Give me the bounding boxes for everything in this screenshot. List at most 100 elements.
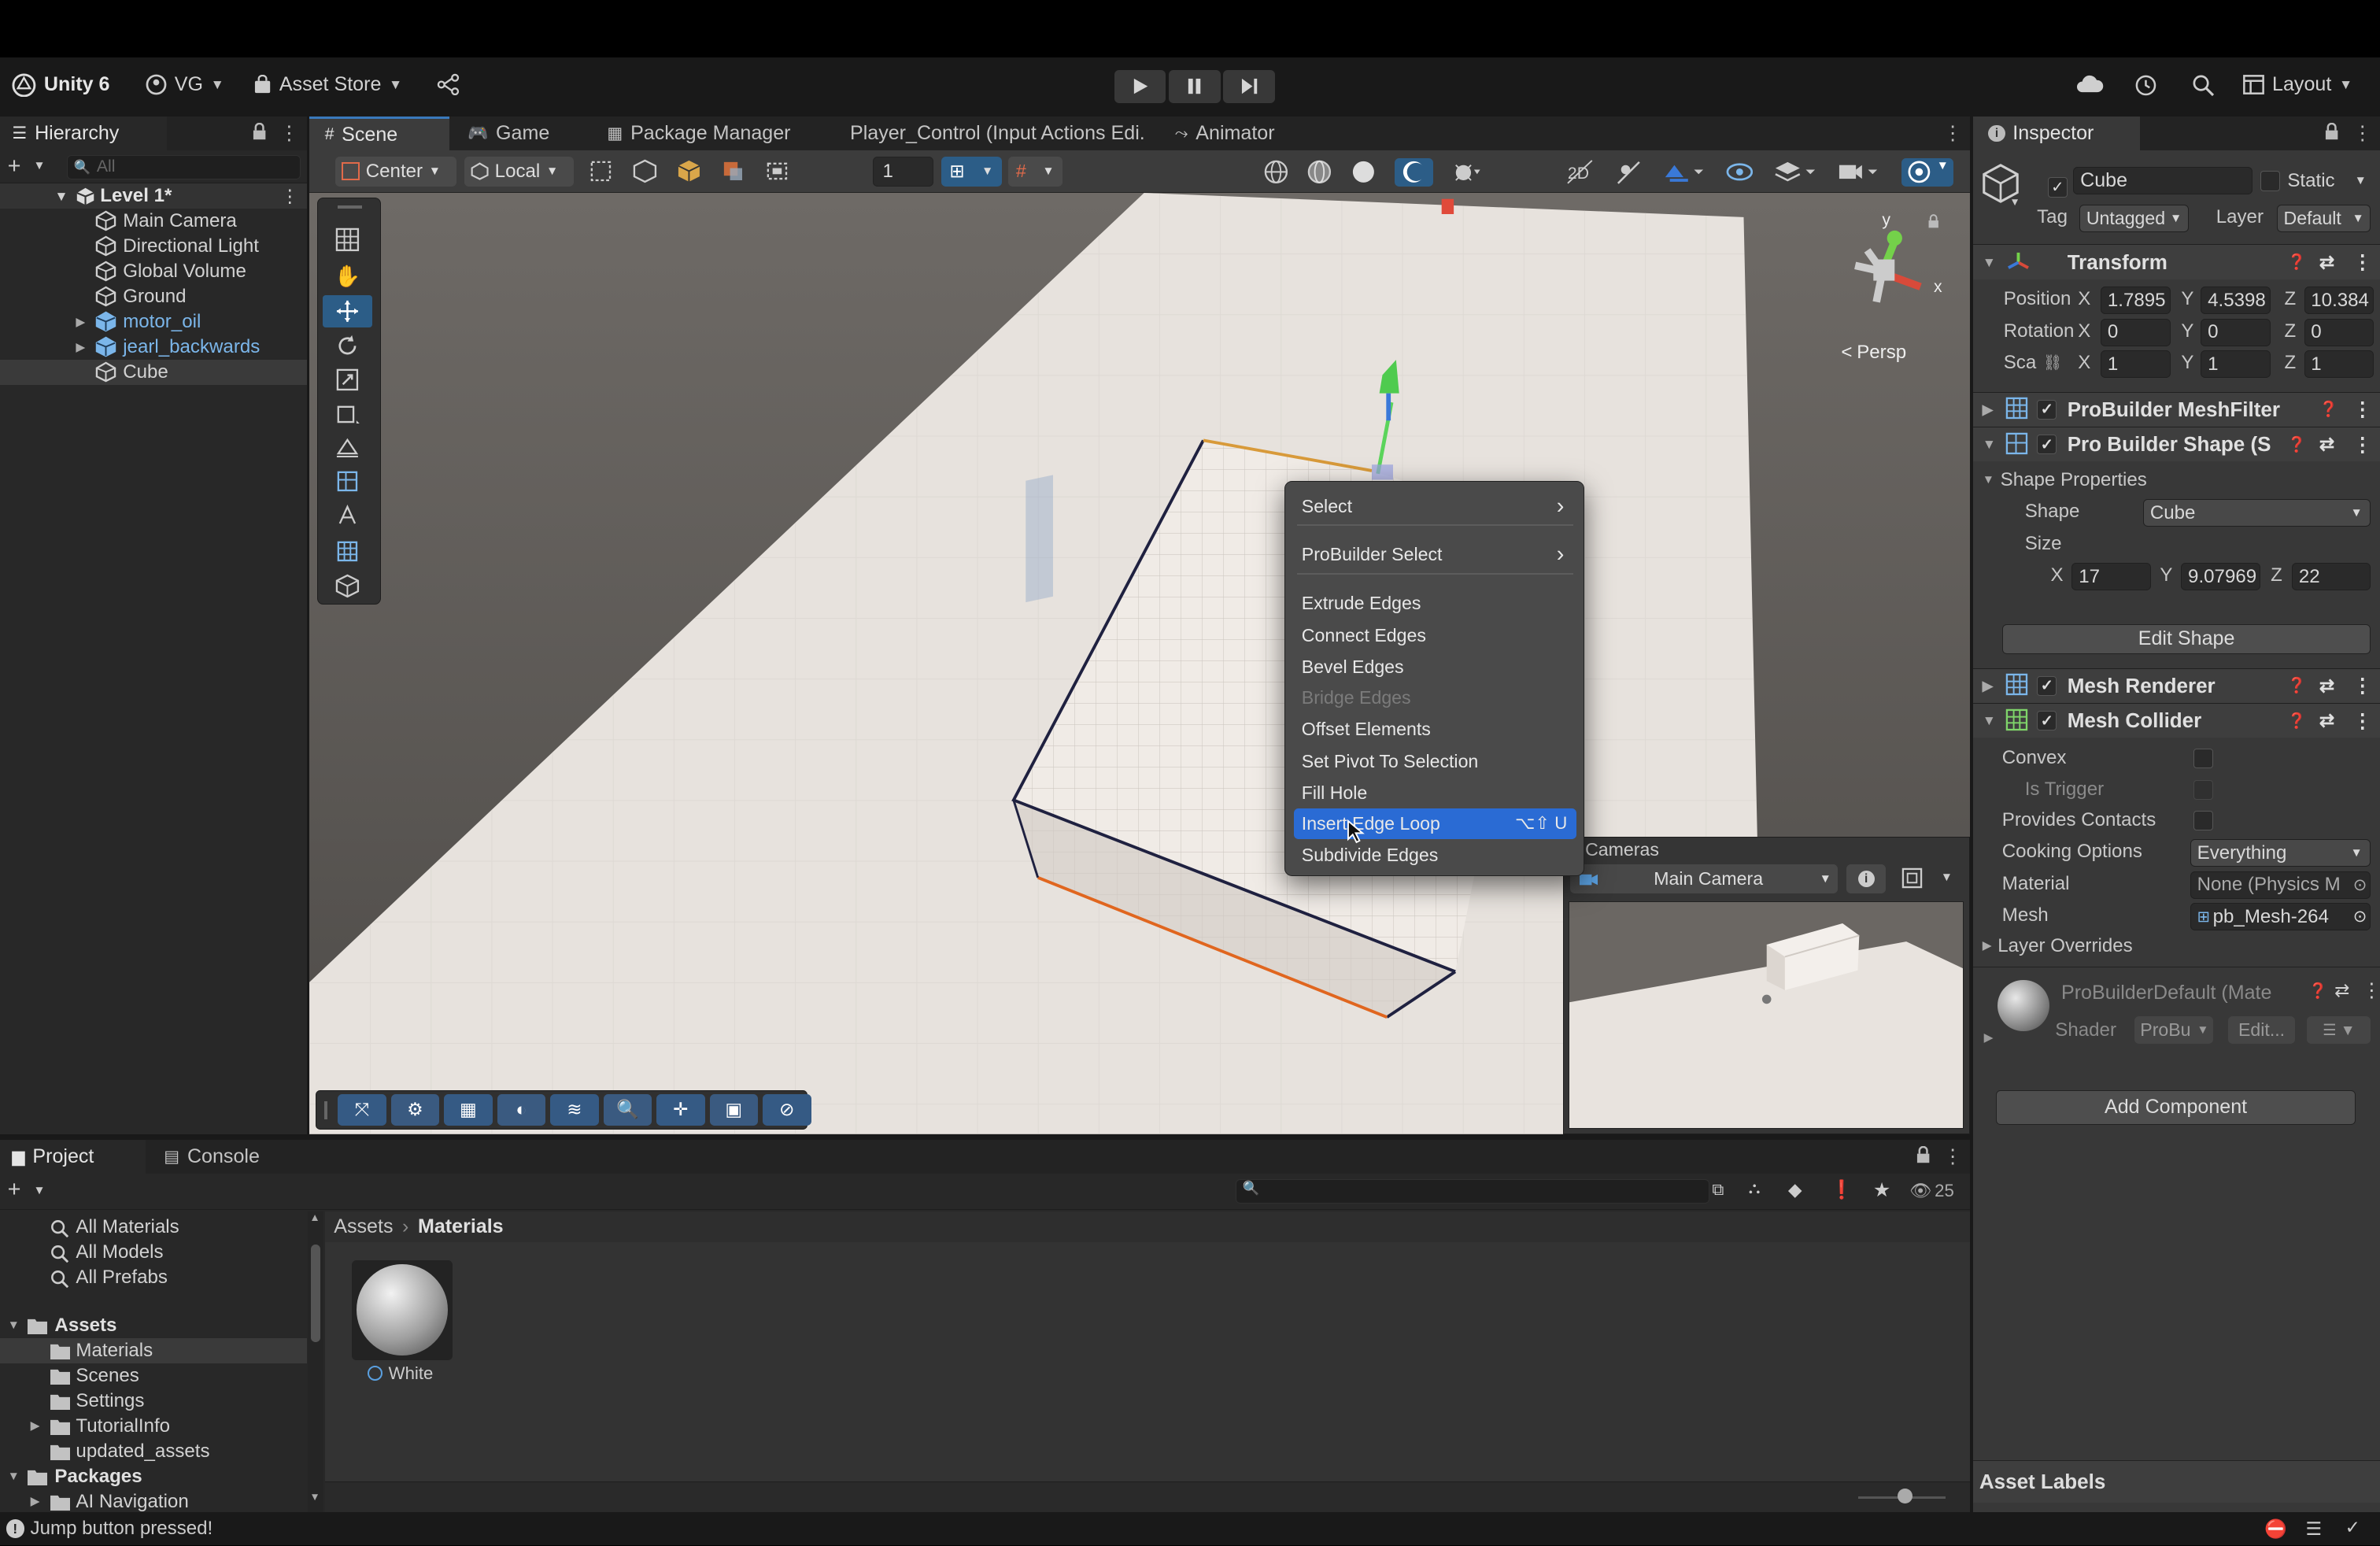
rotate-tool-button[interactable] [323, 330, 373, 361]
favorite-item[interactable]: All Materials [0, 1215, 307, 1240]
shader-dropdown[interactable]: ProBu ▼ [2134, 1016, 2213, 1044]
lit-mode-icon[interactable] [1395, 157, 1433, 187]
help-icon[interactable]: ❓ [2319, 400, 2338, 419]
provides-contacts-checkbox[interactable] [2193, 810, 2213, 830]
poly-shape-tool-button[interactable] [323, 432, 373, 464]
package-folder[interactable]: ▶ AI Navigation [0, 1489, 307, 1512]
orientation-gizmo[interactable]: y x [1837, 208, 1946, 329]
edit-shader-button[interactable]: Edit... [2228, 1016, 2295, 1044]
preset-icon[interactable]: ⇄ [2319, 434, 2334, 455]
menu-item[interactable]: Extrude Edges [1294, 588, 1576, 619]
asset-store-dropdown[interactable]: Asset Store ▼ [253, 73, 402, 96]
new-shape-tool-button[interactable] [323, 465, 373, 497]
packages-root[interactable]: ▼ Packages [0, 1464, 307, 1489]
shape-dropdown[interactable]: Cube ▼ [2143, 499, 2371, 527]
pause-button[interactable] [1168, 69, 1221, 104]
hierarchy-search-input[interactable]: 🔍 All [66, 154, 301, 179]
preset-icon[interactable]: ⇄ [2334, 980, 2349, 1001]
debug-mode-icon[interactable]: ⛔ [2264, 1518, 2287, 1540]
position-x-field[interactable]: 1.7895 [2101, 287, 2171, 315]
wireframe-globe-icon[interactable] [1263, 159, 1289, 185]
tag-icon[interactable]: ◆ [1788, 1179, 1802, 1200]
scale-y-field[interactable]: 1 [2201, 350, 2271, 379]
rotation-z-field[interactable]: 0 [2304, 318, 2374, 346]
position-z-field[interactable]: 10.384 [2304, 287, 2374, 315]
more-options-icon[interactable]: ⋮ [2352, 674, 2372, 697]
shader-options-dropdown[interactable]: ☰ ▼ [2307, 1016, 2371, 1044]
transform-component-header[interactable]: ▼ Transform ❓ ⇄ ⋮ [1973, 244, 2380, 279]
layers-stack-icon[interactable]: ☰ [2305, 1518, 2322, 1540]
history-icon[interactable] [2134, 74, 2157, 97]
grid-settings-button[interactable]: ▦ [444, 1093, 493, 1126]
drag-handle[interactable] [323, 1101, 327, 1120]
menu-item[interactable]: Connect Edges [1294, 620, 1576, 651]
drag-handle[interactable] [338, 205, 362, 209]
add-icon[interactable]: + [8, 153, 21, 179]
layers-tool-button[interactable]: ≋ [550, 1093, 599, 1126]
menu-item[interactable]: Set Pivot To Selection [1294, 746, 1576, 777]
project-search-input[interactable]: 🔍 [1235, 1179, 1709, 1204]
size-axis-label-z[interactable]: Z [2271, 564, 2282, 586]
search-icon[interactable] [2192, 74, 2215, 97]
axis-label-y[interactable]: Y [2181, 352, 2193, 374]
pen-tool-button[interactable] [323, 500, 373, 531]
expand-arrow-icon[interactable]: ▶ [31, 1418, 40, 1433]
axis-label-y[interactable]: Y [2181, 320, 2193, 342]
hierarchy-item[interactable]: Global Volume [0, 259, 307, 284]
help-icon[interactable]: ❓ [2287, 435, 2306, 454]
expand-arrow-icon[interactable]: ▼ [8, 1470, 20, 1484]
rotation-y-field[interactable]: 0 [2201, 318, 2271, 346]
menu-item[interactable]: Insert Edge Loop ⌥⇧ U [1294, 808, 1576, 839]
scale-x-field[interactable]: 1 [2101, 350, 2171, 379]
menu-item[interactable]: Subdivide Edges [1294, 840, 1576, 871]
mesh-field[interactable]: ⊞ pb_Mesh-264 ⊙ [2190, 903, 2371, 931]
menu-item[interactable]: Bevel Edges [1294, 652, 1576, 682]
mesh-sphere-button[interactable]: ◐ [497, 1093, 546, 1126]
object-name-field[interactable]: Cube [2073, 167, 2252, 194]
shaded-sphere-icon[interactable] [1351, 159, 1377, 185]
warning-icon[interactable]: ❗ [1831, 1179, 1853, 1200]
camera-tool-button[interactable]: ▣ [709, 1093, 759, 1126]
lock-icon[interactable] [1916, 1146, 1931, 1164]
more-options-icon[interactable]: ⋮ [2352, 398, 2372, 421]
mesh-renderer-component-header[interactable]: ▶ ✓ Mesh Renderer ❓ ⇄ ⋮ [1973, 668, 2380, 703]
favorite-item[interactable]: All Prefabs [0, 1265, 307, 1290]
more-options-icon[interactable]: ⋮ [2352, 709, 2372, 733]
uv-tool-button[interactable] [323, 535, 373, 567]
enabled-checkbox[interactable]: ✓ [2037, 711, 2057, 731]
hierarchy-item[interactable]: Ground [0, 284, 307, 309]
tab-project[interactable]: ▆ Project [0, 1140, 146, 1174]
expand-arrow-icon[interactable]: ▶ [76, 315, 85, 330]
probuilder-shape-component-header[interactable]: ▼ ✓ Pro Builder Shape (S ❓ ⇄ ⋮ [1973, 426, 2380, 462]
edit-shape-button[interactable]: Edit Shape [2001, 623, 2371, 655]
cooking-options-dropdown[interactable]: Everything ▼ [2190, 839, 2371, 867]
status-message[interactable]: Jump button pressed! [31, 1518, 213, 1540]
scale-tool-button[interactable] [323, 364, 373, 395]
hierarchy-item[interactable]: Cube [0, 360, 307, 386]
probuilder-tools-button[interactable]: ⤧ [338, 1093, 386, 1126]
camera-dropdown[interactable]: Main Camera ▼ [1570, 864, 1838, 893]
selection-settings-button[interactable]: ⚙ [390, 1093, 440, 1126]
expand-arrow-icon[interactable]: ▶ [76, 340, 85, 355]
more-options-icon[interactable]: ⋮ [2362, 978, 2380, 1002]
step-button[interactable] [1223, 69, 1275, 104]
size-z-field[interactable]: 22 [2292, 563, 2371, 591]
size-x-field[interactable]: 17 [2071, 563, 2151, 591]
preset-icon[interactable]: ⇄ [2319, 710, 2334, 731]
favorite-item[interactable]: All Models [0, 1240, 307, 1265]
tab-scene[interactable]: # Scene [309, 117, 449, 150]
scale-z-field[interactable]: 1 [2304, 350, 2374, 379]
meshfilter-component-header[interactable]: ▶ ✓ ProBuilder MeshFilter ❓ ⋮ [1973, 391, 2380, 427]
lock-icon[interactable] [2324, 123, 2339, 141]
axis-label-z[interactable]: Z [2284, 288, 2296, 310]
custom-tool-button[interactable] [323, 570, 373, 601]
cloud-icon[interactable] [2076, 74, 2104, 95]
tab-hierarchy[interactable]: ☰ Hierarchy [0, 117, 168, 150]
asset-folder[interactable]: Materials [0, 1337, 307, 1363]
add-icon[interactable]: + [8, 1177, 21, 1203]
tab-console[interactable]: ▤ Console [152, 1140, 289, 1173]
scene-visibility-icon[interactable] [1726, 159, 1754, 185]
axis-label-z[interactable]: Z [2284, 320, 2296, 342]
axis-label-z[interactable]: Z [2284, 352, 2296, 374]
size-y-field[interactable]: 9.07969 [2181, 563, 2260, 591]
